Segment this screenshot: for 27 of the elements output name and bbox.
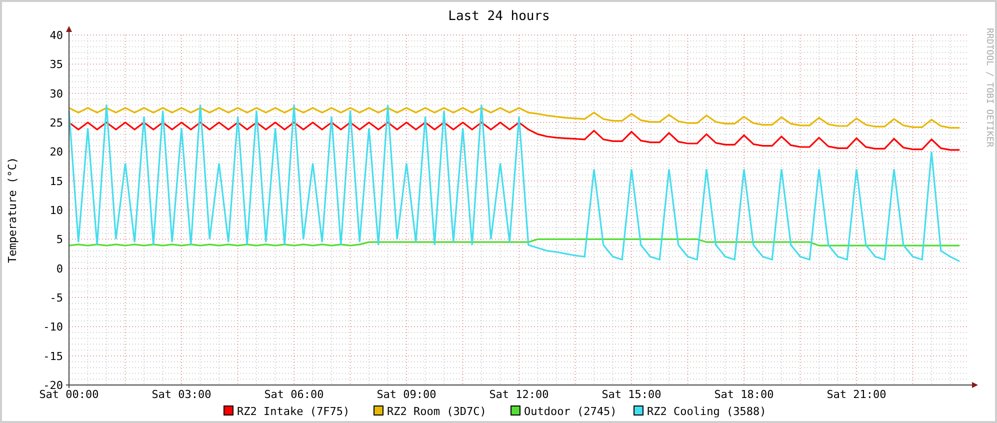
legend-label: Outdoor (2745) — [524, 405, 617, 418]
x-tick-label: Sat 21:00 — [826, 388, 886, 401]
y-tick-label: 25 — [50, 116, 63, 130]
y-tick-label: 10 — [50, 204, 63, 217]
y-tick-label: 0 — [56, 262, 63, 276]
x-tick-label: Sat 06:00 — [264, 388, 324, 401]
legend-label: RZ2 Cooling (3588) — [647, 405, 766, 418]
y-tick-label: 30 — [50, 87, 63, 100]
y-tick-label: -10 — [43, 320, 63, 334]
axis-label: Temperature (°C) — [6, 157, 19, 263]
chart-title: Last 24 hours — [448, 9, 550, 24]
x-tick-label: Sat 15:00 — [602, 388, 662, 401]
x-tick-label: Sat 03:00 — [152, 388, 212, 401]
y-tick-label: 5 — [56, 233, 63, 246]
x-tick-label: Sat 12:00 — [489, 388, 549, 401]
y-tick-label: -5 — [50, 292, 63, 304]
y-tick-label: 20 — [50, 146, 63, 159]
y-tick-label: 35 — [50, 58, 63, 72]
legend-label: RZ2 Intake (7F75) — [237, 405, 350, 418]
legend-label: RZ2 Room (3D7C) — [387, 405, 486, 418]
x-tick-label: Sat 00:00 — [39, 388, 99, 401]
credit-text: RRDTOOL / TOBI OETIKER — [984, 28, 994, 148]
y-tick-label: 40 — [50, 29, 63, 42]
y-tick-label: 15 — [50, 174, 63, 188]
x-tick-label: Sat 09:00 — [376, 388, 436, 401]
x-tick-label: Sat 18:00 — [714, 388, 774, 401]
y-tick-label: -15 — [43, 350, 63, 363]
